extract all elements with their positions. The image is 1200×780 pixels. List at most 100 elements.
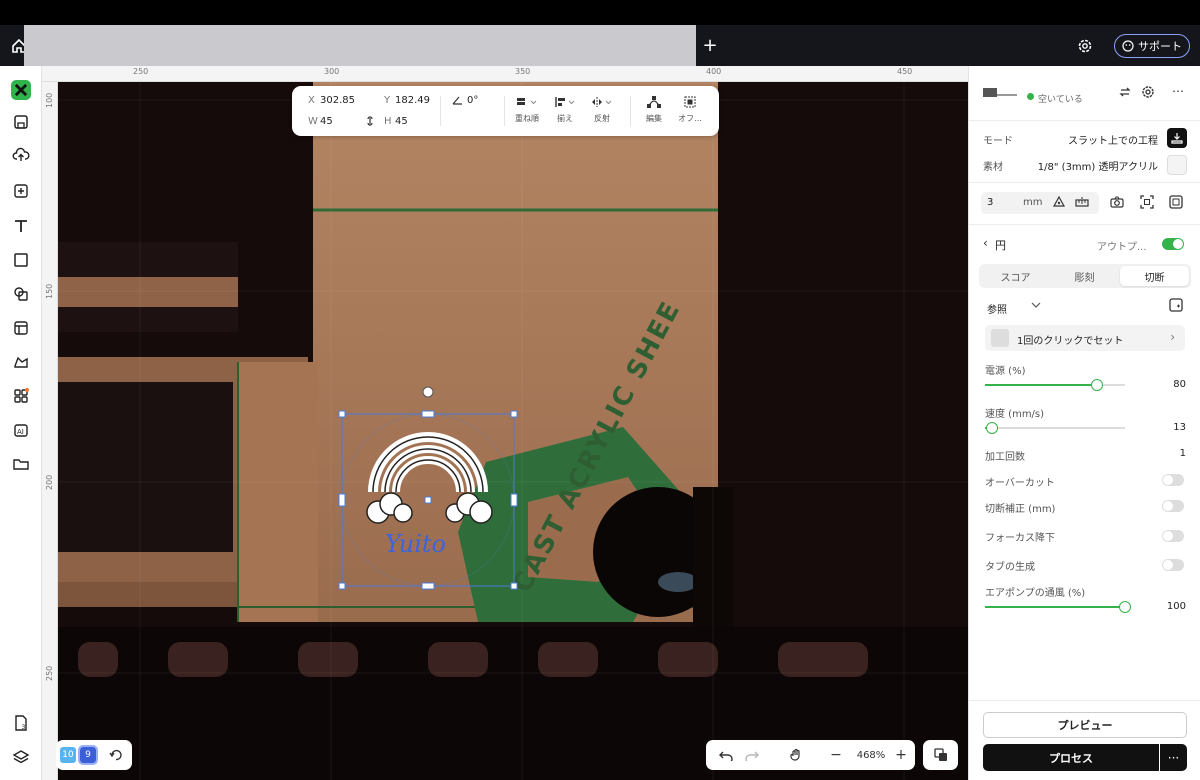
edit-path-icon xyxy=(647,96,661,108)
status-dot xyxy=(1027,93,1034,100)
material-library-icon[interactable] xyxy=(9,350,33,374)
tab-score[interactable]: スコア xyxy=(981,266,1050,286)
process-more-button[interactable]: ··· xyxy=(1160,744,1187,771)
apps-icon[interactable] xyxy=(9,384,33,408)
align-button[interactable]: 揃え xyxy=(552,96,578,124)
h-input[interactable]: 45 xyxy=(395,116,408,127)
redo-icon[interactable] xyxy=(742,745,762,765)
zoom-in-button[interactable]: + xyxy=(891,745,911,765)
zoom-level[interactable]: 468% xyxy=(851,745,891,765)
measure-icon[interactable] xyxy=(1052,195,1066,211)
speed-value[interactable]: 13 xyxy=(1173,422,1186,433)
y-label: Y xyxy=(384,95,391,106)
preset-label: 参照 xyxy=(987,305,1007,316)
workspace-canvas[interactable]: CAST ACRYLIC SHEE Yuito xyxy=(58,82,968,780)
tabs-label: タブの生成 xyxy=(985,562,1035,573)
lock-ratio-icon[interactable] xyxy=(365,115,375,130)
app-logo-icon[interactable] xyxy=(11,80,31,100)
project-tab[interactable] xyxy=(24,25,696,66)
svg-text:3: 3 xyxy=(22,724,26,731)
focus-toggle[interactable] xyxy=(1162,530,1184,542)
power-value[interactable]: 80 xyxy=(1173,379,1186,390)
support-button[interactable]: サポート xyxy=(1114,34,1190,58)
rotation-input[interactable]: 0° xyxy=(467,95,478,106)
passes-value[interactable]: 1 xyxy=(1180,448,1186,459)
material-swatch[interactable] xyxy=(1167,155,1187,175)
airpump-label: エアポンプの通風 (%) xyxy=(985,588,1086,599)
ruler-measure-icon[interactable] xyxy=(1075,196,1089,211)
x-input[interactable]: 302.85 xyxy=(320,95,355,106)
switch-device-icon[interactable] xyxy=(1119,86,1131,101)
power-slider[interactable] xyxy=(985,379,1125,391)
overcut-toggle[interactable] xyxy=(1162,474,1184,486)
duplicate-icon[interactable] xyxy=(923,740,958,770)
process-button[interactable]: プロセス xyxy=(983,744,1159,771)
layers-icon[interactable] xyxy=(9,745,33,769)
edit-path-button[interactable]: 編集 xyxy=(641,96,667,124)
layer-chip-10[interactable]: 10 xyxy=(60,747,76,763)
x-label: X xyxy=(308,95,315,106)
text-tool-icon[interactable] xyxy=(9,214,33,238)
speed-slider-knob[interactable] xyxy=(986,422,998,434)
ruler-tick-label: 250 xyxy=(45,665,54,681)
power-slider-fill xyxy=(985,384,1097,386)
mode-select[interactable]: スラット上での工程 xyxy=(1068,132,1158,147)
back-chevron-icon[interactable]: ‹ xyxy=(983,236,988,250)
shapes-library-icon[interactable] xyxy=(9,282,33,306)
preset-select[interactable]: 1回のクリックでセット › xyxy=(985,325,1185,351)
more-options-icon[interactable]: ⋯ xyxy=(1172,84,1184,98)
undo-icon[interactable] xyxy=(716,745,736,765)
thickness-value[interactable]: 3 xyxy=(987,197,993,208)
output-toggle[interactable] xyxy=(1162,238,1184,250)
layer-name: 円 xyxy=(995,239,1006,252)
zoom-out-button[interactable]: − xyxy=(826,745,846,765)
project-folder-icon[interactable] xyxy=(9,452,33,476)
output-label: アウトプ... xyxy=(1097,242,1147,253)
frame-icon[interactable] xyxy=(1140,195,1154,212)
save-icon[interactable] xyxy=(9,110,33,134)
divider xyxy=(969,224,1200,225)
flip-button[interactable]: 反射 xyxy=(589,96,615,124)
arrange-button[interactable]: 重ね順 xyxy=(514,96,540,124)
power-slider-knob[interactable] xyxy=(1091,379,1103,391)
history-icon[interactable] xyxy=(106,745,126,765)
w-input[interactable]: 45 xyxy=(320,116,333,127)
speed-slider[interactable] xyxy=(985,422,1125,434)
selected-design[interactable]: Yuito xyxy=(333,382,533,597)
offset-button[interactable]: オフ... xyxy=(677,96,703,124)
device-settings-icon[interactable] xyxy=(1141,85,1155,102)
shape-tool-icon[interactable] xyxy=(9,248,33,272)
device-icon[interactable] xyxy=(983,88,1017,98)
pages-icon[interactable]: 3 xyxy=(9,711,33,735)
ruler-tick-label: 450 xyxy=(897,67,913,76)
airpump-slider[interactable] xyxy=(985,601,1131,613)
chevron-down-icon[interactable] xyxy=(1031,299,1041,312)
mode-icon[interactable] xyxy=(1167,128,1187,148)
tab-cut[interactable]: 切断 xyxy=(1120,266,1189,286)
airpump-slider-knob[interactable] xyxy=(1119,601,1131,613)
save-preset-icon[interactable] xyxy=(1169,298,1183,315)
add-tab-button[interactable]: + xyxy=(699,34,721,56)
flip-label: 反射 xyxy=(594,114,610,123)
preview-button[interactable]: プレビュー xyxy=(983,712,1187,738)
chevron-right-icon: › xyxy=(1170,330,1175,344)
scan-icon[interactable] xyxy=(1169,195,1183,212)
camera-icon[interactable] xyxy=(1110,196,1124,211)
pan-hand-icon[interactable] xyxy=(786,745,806,765)
material-select[interactable]: 1/8" (3mm) 透明アクリル xyxy=(1038,158,1158,173)
ai-image-icon[interactable]: AI xyxy=(9,418,33,442)
kerf-toggle[interactable] xyxy=(1162,500,1184,512)
gear-icon[interactable] xyxy=(1074,35,1096,57)
support-label: サポート xyxy=(1138,40,1182,53)
add-element-icon[interactable] xyxy=(9,179,33,203)
tabs-toggle[interactable] xyxy=(1162,559,1184,571)
template-icon[interactable] xyxy=(9,316,33,340)
thickness-field[interactable]: 3 mm xyxy=(981,192,1099,214)
y-input[interactable]: 182.49 xyxy=(395,95,430,106)
layer-chip-9[interactable]: 9 xyxy=(78,745,98,765)
divider xyxy=(969,182,1200,183)
right-panel: 空いている ⋯ モード スラット上での工程 素材 1/8" (3mm) 透明アク… xyxy=(968,66,1200,780)
tab-engrave[interactable]: 彫刻 xyxy=(1050,266,1119,286)
airpump-value[interactable]: 100 xyxy=(1167,601,1186,612)
upload-icon[interactable] xyxy=(9,143,33,167)
